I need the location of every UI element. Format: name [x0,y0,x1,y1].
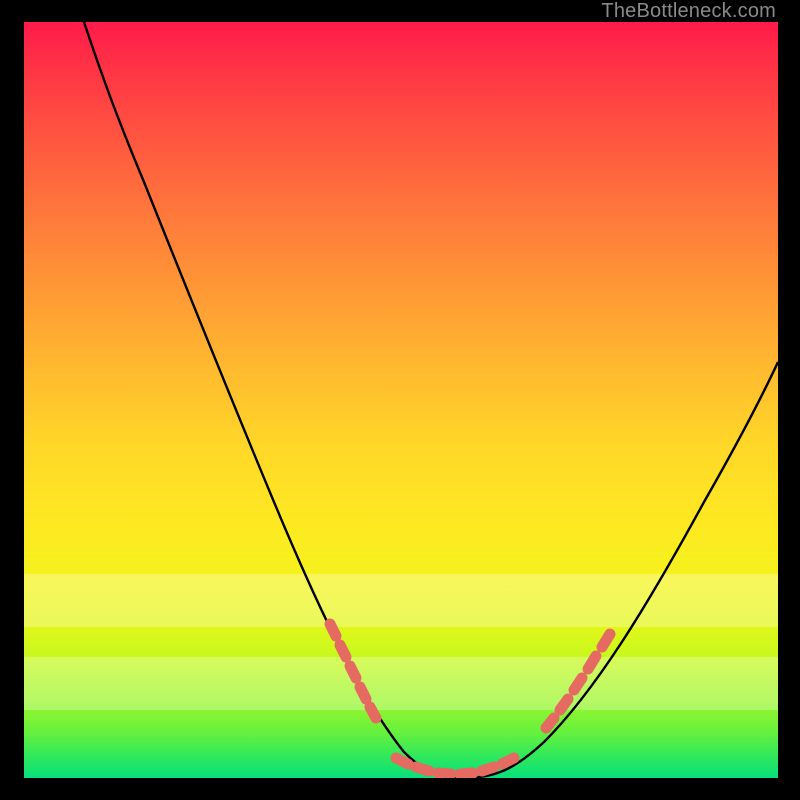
bottleneck-curve [84,22,778,778]
chart-frame [24,22,778,778]
salmon-dashes-right [546,634,610,728]
plot-area [24,22,778,778]
salmon-dashes-left [330,624,376,718]
curve-layer [24,22,778,778]
watermark-text: TheBottleneck.com [601,0,776,23]
